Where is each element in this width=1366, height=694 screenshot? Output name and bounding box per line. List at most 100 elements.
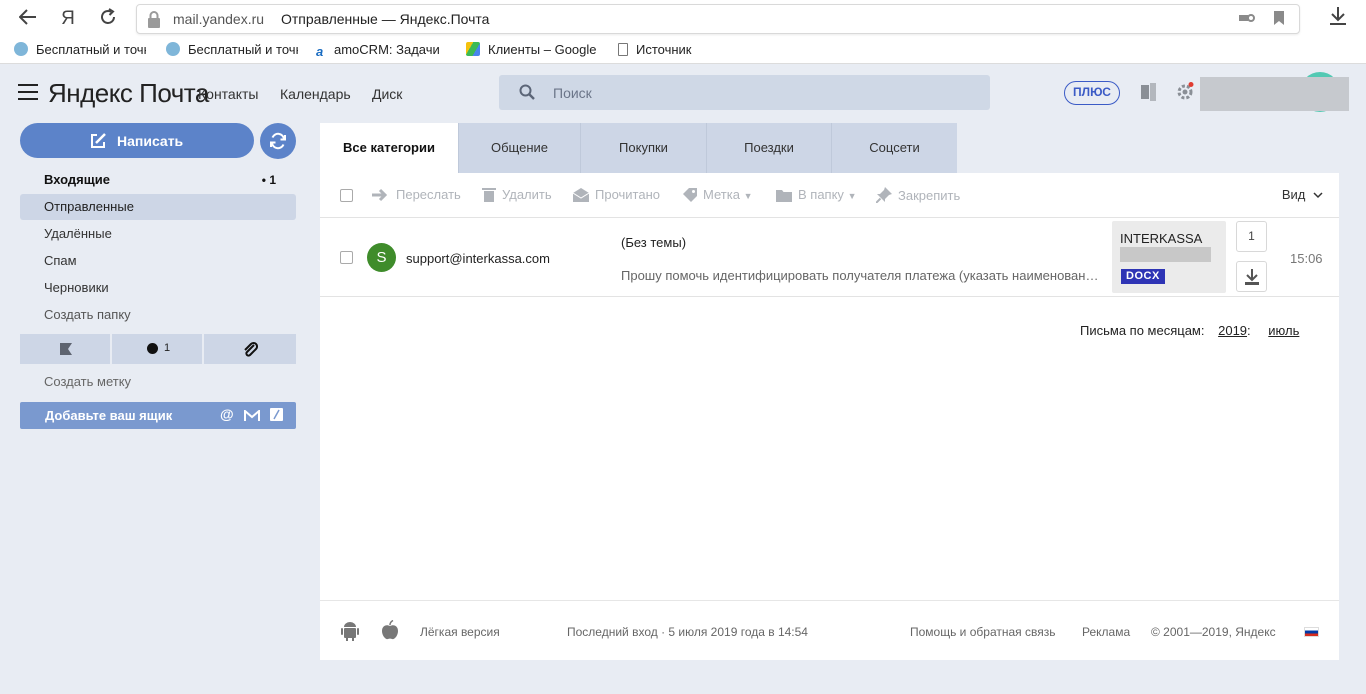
account-name-redacted[interactable] (1200, 77, 1349, 111)
tag-icon (683, 188, 697, 202)
month-link[interactable]: июль (1268, 323, 1299, 338)
help-link[interactable]: Помощь и обратная связь (910, 625, 1055, 639)
bookmark-item[interactable]: Бесплатный и точн (14, 42, 146, 57)
attachment-filter-button[interactable] (204, 334, 296, 364)
key-icon[interactable] (1239, 11, 1256, 25)
tab-trips[interactable]: Поездки (706, 123, 831, 173)
search-icon (519, 84, 535, 100)
russian-flag-icon[interactable] (1304, 627, 1319, 637)
unread-count-badge: • 1 (261, 173, 276, 187)
unread-dot-icon (147, 343, 158, 354)
forward-button[interactable]: Переслать (372, 187, 461, 202)
mailru-icon (270, 408, 283, 421)
label-dropdown[interactable]: Метка ▼ (683, 187, 752, 202)
pin-button[interactable]: Закрепить (875, 187, 960, 204)
folder-sent[interactable]: Отправленные (20, 194, 296, 220)
mark-read-button[interactable]: Прочитано (572, 187, 660, 202)
attachment-preview[interactable]: INTERKASSA DOCX (1112, 221, 1226, 293)
globe-icon (166, 42, 180, 56)
year-link[interactable]: 2019 (1218, 323, 1247, 338)
move-to-folder-dropdown[interactable]: В папку ▼ (776, 187, 856, 202)
message-row[interactable]: S support@interkassa.com (Без темы) Прош… (320, 218, 1339, 297)
attachment-name: INTERKASSA (1120, 231, 1203, 246)
months-archive: Письма по месяцам: 2019: июль (1080, 323, 1300, 338)
apple-icon[interactable] (381, 620, 399, 640)
flag-icon (60, 343, 72, 355)
folder-spam[interactable]: Спам (20, 248, 296, 274)
menu-icon[interactable] (18, 84, 38, 100)
address-bar[interactable]: mail.yandex.ru Отправленные — Яндекс.Поч… (136, 4, 1300, 34)
message-checkbox[interactable] (340, 251, 353, 264)
delete-button[interactable]: Удалить (482, 187, 552, 202)
unread-filter-button[interactable]: 1 (112, 334, 202, 364)
logo[interactable]: Яндекс Почта (48, 78, 209, 109)
nav-calendar[interactable]: Календарь (280, 86, 351, 102)
copyright: © 2001—2019, Яндекс (1151, 625, 1276, 639)
folder-icon (776, 190, 792, 202)
bookmark-item[interactable]: Источник (618, 42, 718, 57)
back-arrow-icon[interactable] (16, 8, 40, 30)
refresh-icon (270, 132, 286, 150)
compose-icon (91, 133, 106, 148)
yandex-browser-icon[interactable]: Я (56, 8, 80, 30)
themes-icon[interactable] (1140, 82, 1160, 102)
last-login-info: Последний вход · 5 июля 2019 года в 14:5… (567, 625, 808, 639)
tab-social[interactable]: Общение (458, 123, 580, 173)
reload-icon[interactable] (96, 8, 120, 30)
create-label-link[interactable]: Создать метку (20, 369, 296, 395)
nav-disk[interactable]: Диск (372, 86, 402, 102)
tab-shopping[interactable]: Покупки (580, 123, 706, 173)
bookmark-item[interactable]: Клиенты – Google (466, 42, 600, 57)
folder-inbox[interactable]: Входящие • 1 (20, 167, 296, 193)
select-all-checkbox[interactable] (340, 189, 353, 202)
search-input[interactable]: Поиск (499, 75, 990, 110)
android-icon[interactable] (341, 621, 359, 641)
chevron-down-icon: ▼ (847, 191, 857, 201)
sender-avatar: S (367, 243, 396, 272)
message-sender: support@interkassa.com (406, 251, 550, 266)
folder-drafts[interactable]: Черновики (20, 275, 296, 301)
download-attachment-button[interactable] (1236, 261, 1267, 292)
browser-toolbar: Я mail.yandex.ru Отправленные — Яндекс.П… (0, 0, 1366, 38)
download-icon (1244, 269, 1259, 285)
light-version-link[interactable]: Лёгкая версия (420, 625, 500, 639)
message-subject: (Без темы) (621, 235, 687, 250)
compose-button[interactable]: Написать (20, 123, 254, 158)
footer: Лёгкая версия Последний вход · 5 июля 20… (320, 600, 1339, 660)
url-domain: mail.yandex.ru (173, 11, 265, 27)
trash-icon (482, 188, 496, 202)
create-folder-link[interactable]: Создать папку (20, 302, 296, 328)
download-icon[interactable] (1324, 6, 1352, 32)
refresh-button[interactable] (260, 123, 296, 159)
plus-badge[interactable]: ПЛЮС (1064, 81, 1120, 105)
label-filter-bar: 1 (20, 334, 296, 364)
add-mailbox-button[interactable]: Добавьте ваш ящик @ (20, 402, 296, 429)
settings-gear-icon[interactable] (1175, 82, 1195, 102)
chevron-down-icon: ▼ (743, 191, 753, 201)
view-dropdown[interactable]: Вид (1282, 187, 1323, 202)
page-icon (618, 43, 628, 56)
tab-all-categories[interactable]: Все категории (320, 123, 458, 173)
bookmarks-bar: Бесплатный и точн Бесплатный и точн a amo… (0, 38, 1366, 64)
open-envelope-icon (572, 188, 590, 202)
flag-filter-button[interactable] (20, 334, 110, 364)
bookmark-icon[interactable] (1273, 11, 1285, 25)
at-sign-icon: @ (220, 406, 234, 422)
url-page-title: Отправленные — Яндекс.Почта (281, 11, 490, 27)
nav-contacts[interactable]: Контакты (198, 86, 258, 102)
attachment-count-button[interactable]: 1 (1236, 221, 1267, 252)
folder-deleted[interactable]: Удалённые (20, 221, 296, 247)
globe-icon (14, 42, 28, 56)
pin-icon (875, 187, 892, 204)
google-drive-icon (466, 42, 480, 56)
message-list-panel: Переслать Удалить Прочитано Метка ▼ В па… (320, 173, 1339, 660)
amocrm-icon: a (316, 44, 324, 58)
message-snippet: Прошу помочь идентифицировать получателя… (621, 268, 1101, 283)
paperclip-icon (244, 341, 258, 357)
bookmark-item[interactable]: a amoCRM: Задачи (316, 42, 448, 58)
ads-link[interactable]: Реклама (1082, 625, 1130, 639)
lock-icon (148, 11, 160, 28)
bookmark-item[interactable]: Бесплатный и точн (166, 42, 298, 57)
tab-social-networks[interactable]: Соцсети (831, 123, 957, 173)
message-time: 15:06 (1290, 251, 1323, 266)
